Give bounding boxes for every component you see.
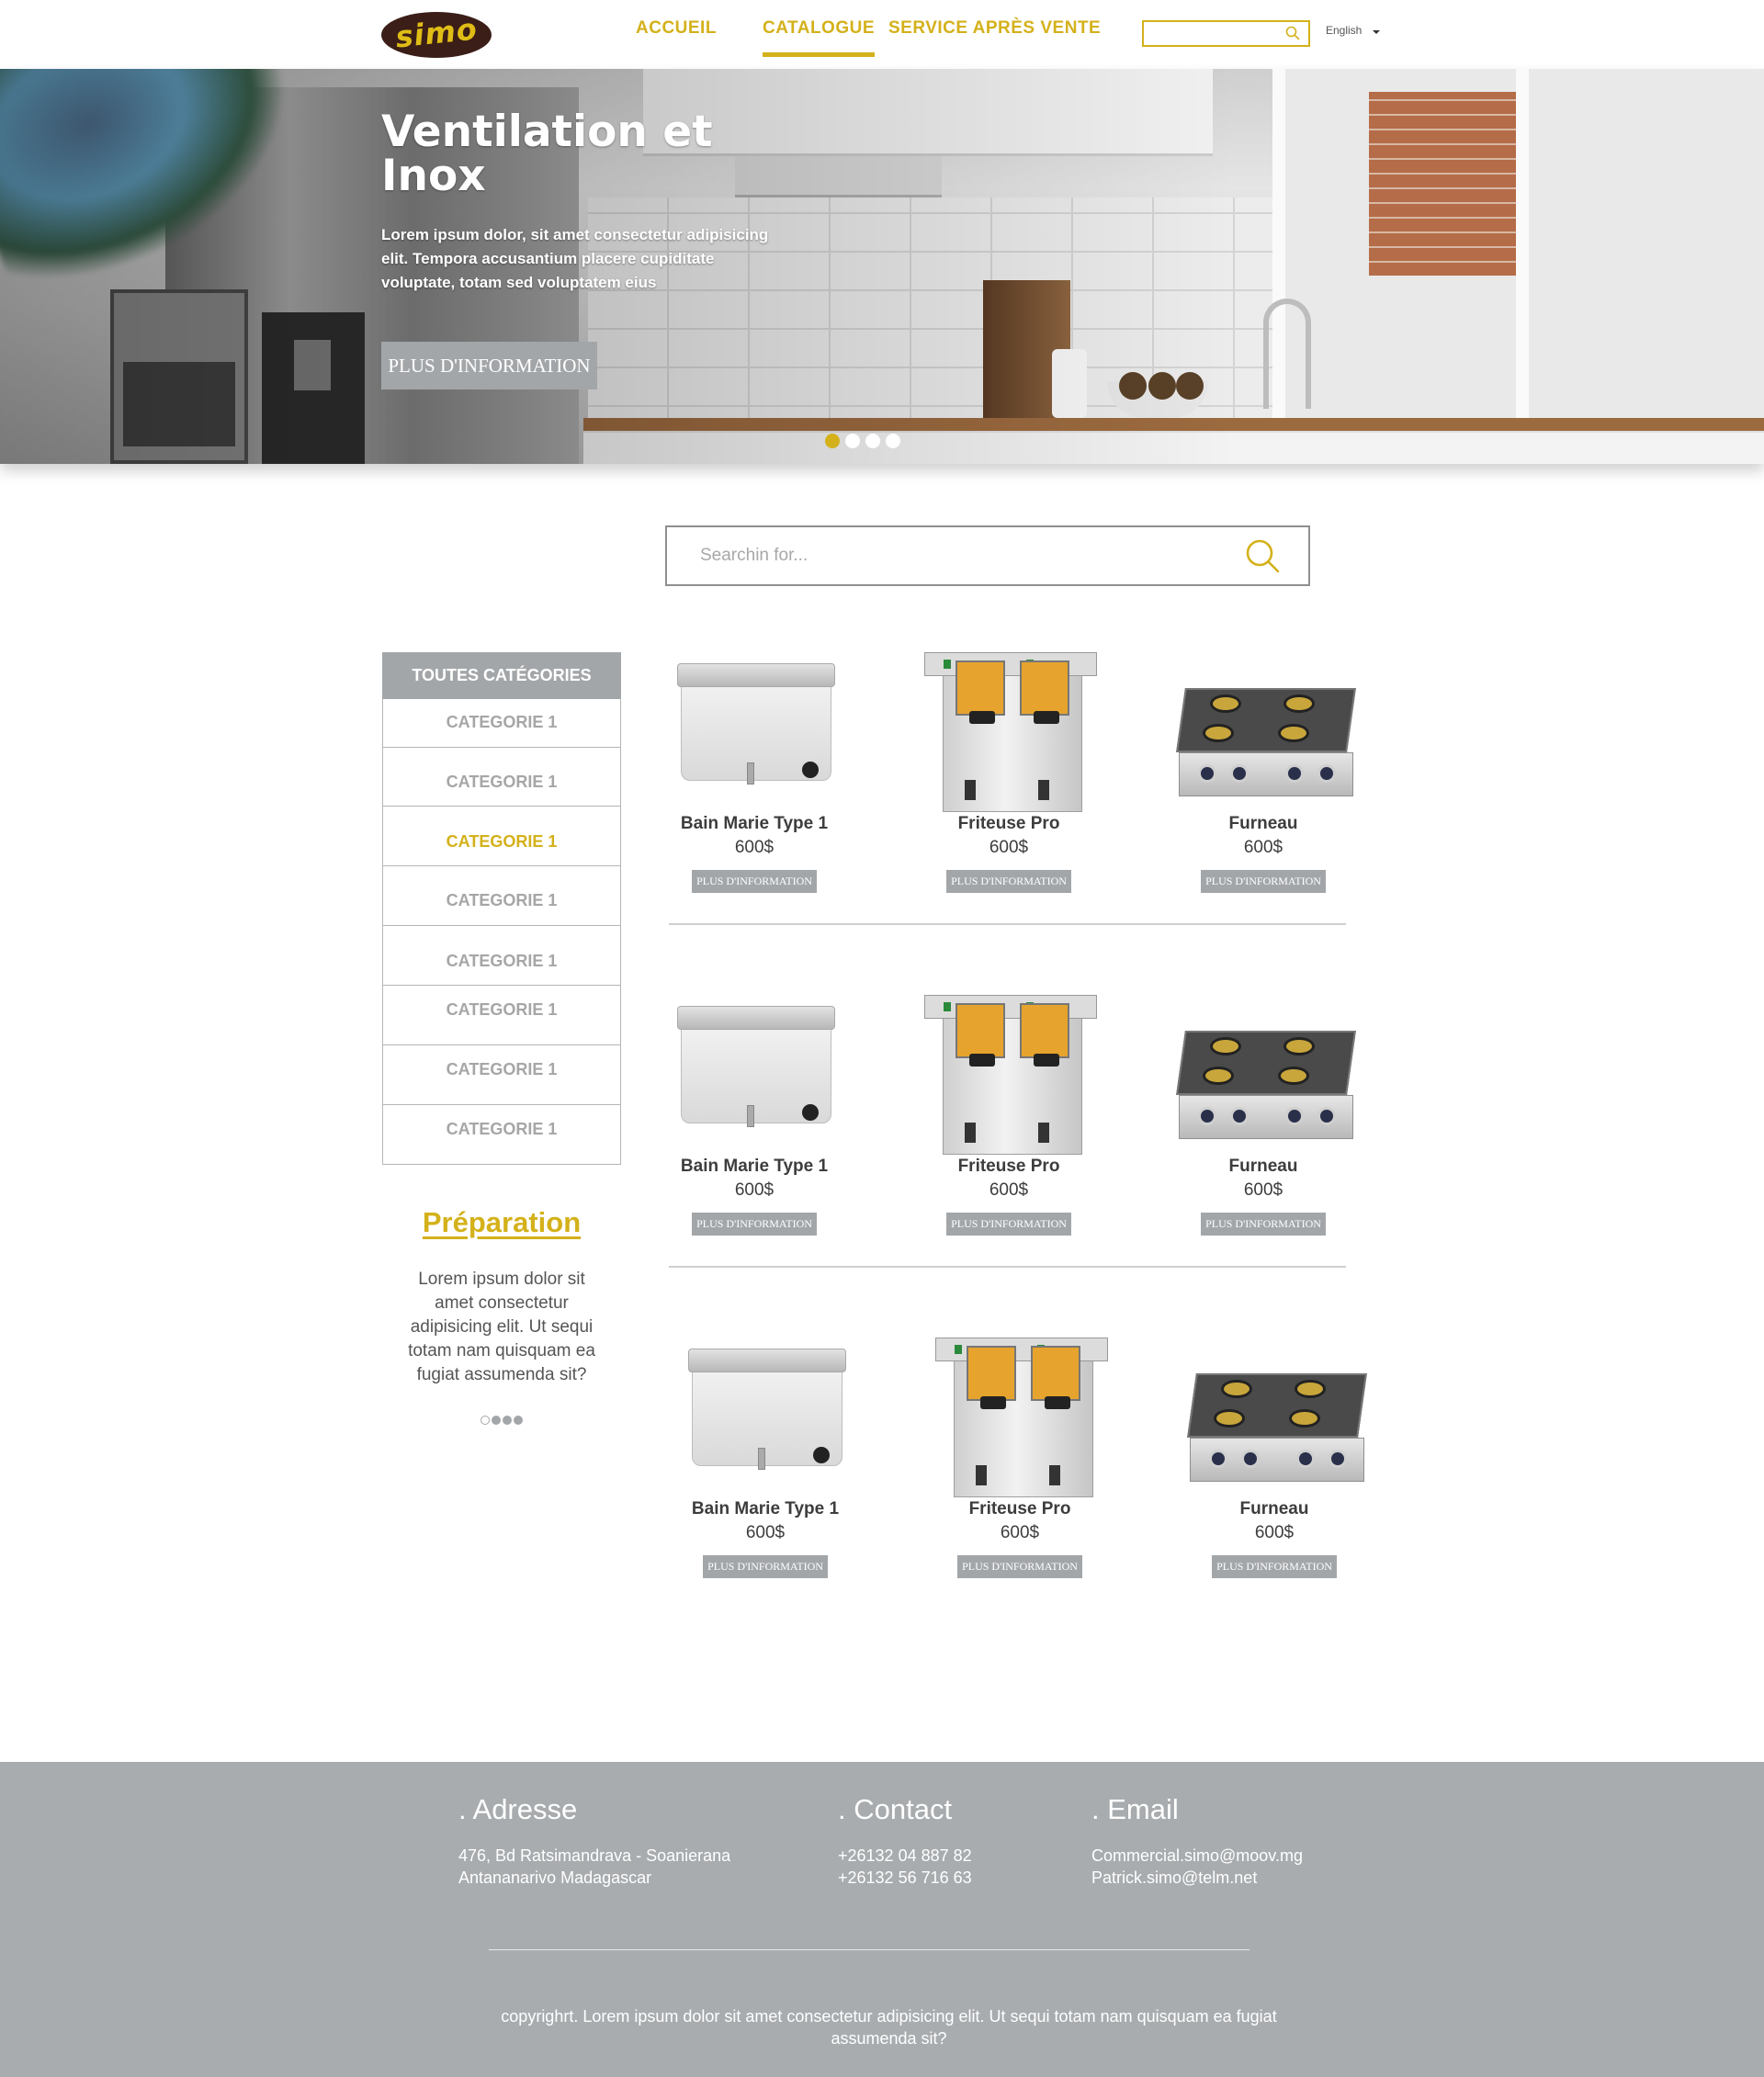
category-item[interactable]: CATEGORIE 1 [382, 891, 621, 910]
product-name[interactable]: Furneau [1173, 1499, 1375, 1519]
product-name[interactable]: Friteuse Pro [908, 1157, 1110, 1177]
promo-dot-3[interactable] [503, 1416, 512, 1425]
product-more-info-button[interactable]: PLUS D'INFORMATION [703, 1555, 828, 1578]
bain-marie-image[interactable] [664, 980, 844, 1155]
footer-copyright: copyrighrt. Lorem ipsum dolor sit amet c… [501, 2007, 1277, 2048]
category-divider [382, 1104, 621, 1105]
product-name[interactable]: Friteuse Pro [908, 814, 1110, 834]
product-name[interactable]: Furneau [1162, 1157, 1364, 1177]
stove-image[interactable] [1173, 638, 1356, 812]
footer-address-line: 476, Bd Ratsimandrava - Soanierana [458, 1846, 731, 1865]
product-more-info-button[interactable]: PLUS D'INFORMATION [1212, 1555, 1337, 1578]
footer-phone[interactable]: +26132 56 716 63 [838, 1867, 972, 1889]
product-name[interactable]: Furneau [1162, 814, 1364, 834]
site-header: simo ACCUEIL CATALOGUE SERVICE APRÈS VEN… [0, 0, 1764, 69]
hero-text: Lorem ipsum dolor, sit amet consectetur … [381, 226, 769, 291]
product-price: 600$ [1243, 1180, 1283, 1200]
category-item[interactable]: CATEGORIE 1 [382, 1060, 621, 1079]
product-price: 600$ [1243, 838, 1283, 857]
product-price: 600$ [989, 838, 1029, 857]
category-divider [382, 1044, 621, 1045]
product-name[interactable]: Friteuse Pro [919, 1499, 1121, 1519]
footer-phone[interactable]: +26132 04 887 82 [838, 1845, 972, 1867]
footer-divider [489, 1949, 1250, 1950]
catalog-search [665, 525, 1310, 586]
promo-dot-2[interactable] [492, 1416, 501, 1425]
product-price: 600$ [745, 1523, 786, 1542]
product-price: 600$ [1000, 1523, 1040, 1542]
chevron-down-icon[interactable] [1373, 30, 1380, 34]
fryer-image[interactable] [919, 638, 1099, 812]
product-price: 600$ [734, 838, 775, 857]
promo-text: Lorem ipsum dolor sit amet consectetur a… [408, 1270, 595, 1384]
footer-email-link[interactable]: Commercial.simo@moov.mg [1091, 1845, 1303, 1867]
slider-dot-1[interactable] [825, 434, 840, 448]
hero-banner: Ventilation et Inox Lorem ipsum dolor, s… [0, 69, 1764, 464]
category-divider [382, 747, 621, 748]
promo-dot-1[interactable] [481, 1416, 490, 1425]
hero-more-info-button[interactable]: PLUS D'INFORMATION [381, 342, 597, 389]
slider-dot-4[interactable] [886, 434, 900, 448]
categories-heading: TOUTES CATÉGORIES [382, 652, 621, 699]
row-divider [669, 1266, 1346, 1268]
product-price: 600$ [1254, 1523, 1295, 1542]
category-item[interactable]: CATEGORIE 1 [382, 1120, 621, 1139]
stove-image[interactable] [1184, 1323, 1367, 1497]
product-more-info-button[interactable]: PLUS D'INFORMATION [946, 870, 1071, 893]
category-list [382, 699, 621, 1165]
header-search-input[interactable] [1144, 22, 1282, 45]
product-more-info-button[interactable]: PLUS D'INFORMATION [957, 1555, 1082, 1578]
search-icon[interactable] [1285, 26, 1300, 40]
category-item-active[interactable]: CATEGORIE 1 [382, 832, 621, 852]
slider-dot-2[interactable] [845, 434, 860, 448]
category-item[interactable]: CATEGORIE 1 [382, 773, 621, 792]
fryer-image[interactable] [930, 1323, 1110, 1497]
footer-address-line: Antananarivo Madagascar [458, 1868, 652, 1887]
product-price: 600$ [989, 1180, 1029, 1200]
category-divider [382, 806, 621, 807]
product-more-info-button[interactable]: PLUS D'INFORMATION [946, 1213, 1071, 1236]
promo-title[interactable]: Préparation [382, 1206, 621, 1239]
category-divider [382, 925, 621, 926]
category-divider [382, 985, 621, 986]
site-footer: . Adresse 476, Bd Ratsimandrava - Soanie… [0, 1762, 1764, 2077]
language-select[interactable]: English [1326, 24, 1362, 37]
fryer-image[interactable] [919, 980, 1099, 1155]
slider-dot-3[interactable] [865, 434, 880, 448]
nav-catalogue[interactable]: CATALOGUE [763, 18, 876, 57]
category-item[interactable]: CATEGORIE 1 [382, 952, 621, 971]
product-name[interactable]: Bain Marie Type 1 [653, 1157, 855, 1177]
footer-address-title: . Adresse [458, 1793, 578, 1825]
bain-marie-image[interactable] [675, 1323, 855, 1497]
promo-dot-4[interactable] [514, 1416, 523, 1425]
category-item[interactable]: CATEGORIE 1 [382, 713, 621, 732]
search-icon[interactable] [1244, 537, 1281, 574]
product-price: 600$ [734, 1180, 775, 1200]
footer-contact-title: . Contact [838, 1793, 953, 1825]
nav-service-apres-vente[interactable]: SERVICE APRÈS VENTE [888, 18, 1101, 39]
product-name[interactable]: Bain Marie Type 1 [664, 1499, 866, 1519]
nav-accueil[interactable]: ACCUEIL [636, 18, 717, 39]
product-more-info-button[interactable]: PLUS D'INFORMATION [1201, 870, 1326, 893]
footer-email-link[interactable]: Patrick.simo@telm.net [1091, 1867, 1257, 1889]
stove-image[interactable] [1173, 980, 1356, 1155]
product-more-info-button[interactable]: PLUS D'INFORMATION [1201, 1213, 1326, 1236]
category-item[interactable]: CATEGORIE 1 [382, 1000, 621, 1020]
bain-marie-image[interactable] [664, 638, 844, 812]
row-divider [669, 923, 1346, 925]
catalog-search-input[interactable] [700, 527, 1215, 584]
footer-email-title: . Email [1091, 1793, 1179, 1825]
logo-text: simo [393, 12, 480, 55]
product-more-info-button[interactable]: PLUS D'INFORMATION [692, 1213, 817, 1236]
header-search [1142, 20, 1310, 47]
category-divider [382, 865, 621, 866]
simo-logo[interactable]: simo [381, 12, 492, 58]
product-name[interactable]: Bain Marie Type 1 [653, 814, 855, 834]
hero-title: Ventilation et Inox [381, 107, 713, 201]
product-more-info-button[interactable]: PLUS D'INFORMATION [692, 870, 817, 893]
